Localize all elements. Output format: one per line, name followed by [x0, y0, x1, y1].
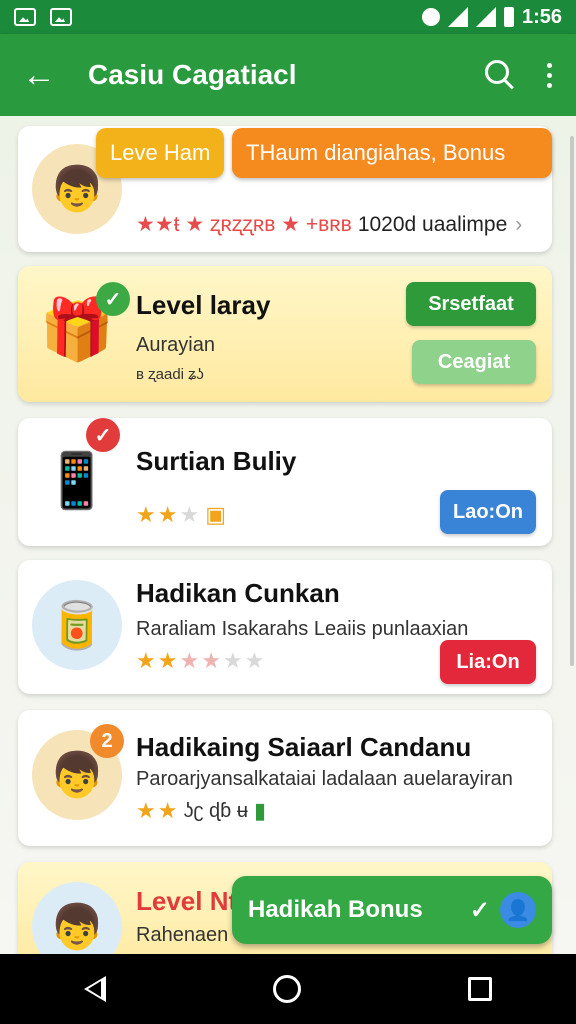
battery-icon — [503, 7, 514, 27]
rating-row: ★ ★ ʖʗ ɖɓ ʉ ▮ — [136, 798, 267, 823]
more-vert-icon[interactable] — [544, 62, 554, 88]
primary-button[interactable]: Srsetfaat — [406, 282, 536, 326]
gallery-icon — [14, 8, 36, 26]
tab-level[interactable]: Leve Ham — [96, 128, 225, 178]
signal-icon — [475, 7, 496, 27]
nav-back-icon[interactable] — [83, 976, 106, 1002]
avatar: 👦 — [32, 882, 122, 954]
check-icon: ✓ — [469, 896, 490, 924]
card-subtitle: Rahenaen — [136, 924, 229, 946]
bonus-icon: ▣ — [205, 502, 226, 527]
nav-home-icon[interactable] — [272, 975, 301, 1003]
play-button[interactable]: Lao:On — [440, 490, 536, 534]
bonus-label: Hadikah Bonus — [248, 896, 423, 923]
play-button[interactable]: Lia:On — [440, 640, 536, 684]
rating-row: ★★ŧ ★ ʐʀʐʐʀʙ ★ +ʙʀʙ 1020d uaalimpe › — [136, 212, 523, 237]
signal-icon — [447, 7, 468, 27]
nav-recents-icon[interactable] — [468, 977, 493, 1001]
secondary-button[interactable]: Ceagiat — [412, 340, 536, 384]
card-meta: ʙ ʐaadi ʑʖ — [136, 366, 204, 383]
card-title: Level laray — [136, 290, 271, 320]
list-item[interactable]: 🎁 ✓ Level laray Aurayian ʙ ʐaadi ʑʖ Srse… — [18, 266, 552, 402]
list-item[interactable]: 📱 ✓ Surtian Buliy ★ ★ ★ ▣ Lao:On — [18, 418, 552, 546]
count-badge: 2 — [90, 724, 124, 758]
navigation-bar — [0, 954, 576, 1024]
check-badge: ✓ — [96, 282, 130, 316]
list-item[interactable]: 🥫 Hadikan Cunkan Raraliam Isakarahs Leai… — [18, 560, 552, 694]
search-icon[interactable] — [480, 55, 520, 95]
back-arrow-icon[interactable]: ← — [22, 58, 66, 92]
battery-icon: ▮ — [253, 798, 267, 823]
page-title: Casiu Cagatiacl — [88, 59, 297, 90]
app-bar: ← Casiu Cagatiacl — [0, 34, 576, 116]
level-list[interactable]: 👦 ★★ŧ ★ ʐʀʐʐʀʙ ★ +ʙʀʙ 1020d uaalimpe › L… — [0, 116, 576, 954]
gallery-icon — [50, 8, 72, 26]
check-badge: ✓ — [86, 418, 120, 452]
card-subtitle: Paroarjyansalkataiai ladalaan auelarayir… — [136, 768, 513, 790]
card-subtitle: Aurayian — [136, 334, 215, 356]
rating-row: ★ ★ ★ ▣ — [136, 502, 226, 527]
card-title: Hadikan Cunkan — [136, 578, 340, 608]
status-bar: 1:56 — [0, 0, 576, 34]
card-title: Level Nt — [136, 886, 238, 916]
scrollbar[interactable] — [570, 136, 574, 666]
list-item[interactable]: 👦 2 Hadikaing Saiaarl Candanu Paroarjyan… — [18, 710, 552, 846]
chevron-right-icon: › — [515, 212, 523, 236]
rating-row: ★ ★ ★ ★ ★ ★ — [136, 648, 265, 673]
alarm-icon — [421, 8, 440, 26]
user-icon: 👤 — [500, 892, 536, 928]
avatar: 🥫 — [32, 580, 122, 670]
tab-bonus[interactable]: THaum diangiahas, Bonus — [232, 128, 552, 178]
card-title: Hadikaing Saiaarl Candanu — [136, 732, 472, 762]
clock: 1:56 — [521, 5, 562, 28]
bonus-floating-button[interactable]: Hadikah Bonus ✓ 👤 — [232, 876, 552, 944]
card-title: Surtian Buliy — [136, 446, 297, 476]
card-subtitle: Raraliam Isakarahs Leaiis punlaaxian — [136, 618, 469, 640]
